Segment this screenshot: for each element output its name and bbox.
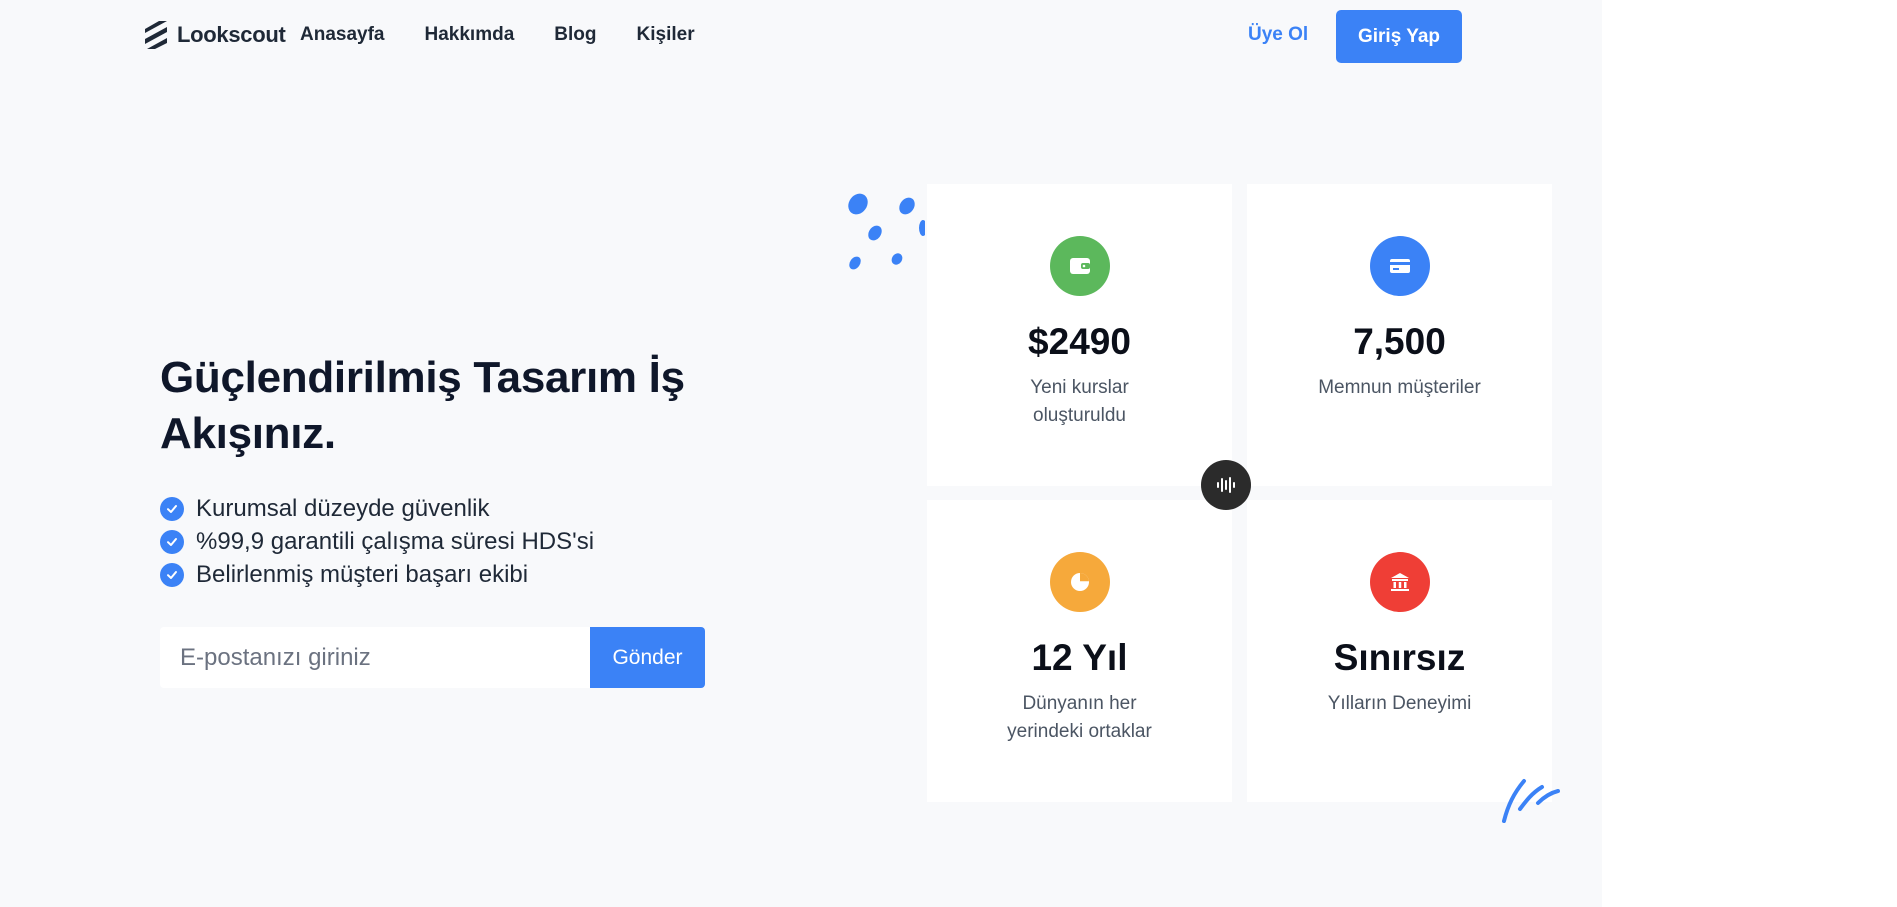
feature-text: Belirlenmiş müşteri başarı ekibi [196,560,529,588]
hero-title: Güçlendirilmiş Tasarım İş Akışınız. [160,353,685,458]
email-input[interactable] [160,627,590,688]
check-circle-icon [160,496,184,521]
stat-card: $2490 Yeni kurslar oluşturuldu [927,184,1232,486]
feature-list: Kurumsal düzeyde güvenlik %99,9 garantil… [160,492,594,591]
stat-card: 12 Yıl Dünyanın her yerindeki ortaklar [927,500,1232,802]
credit-card-icon [1369,236,1430,296]
stat-label: Memnun müşteriler [1318,377,1481,398]
stat-label: Yeni kurslar oluşturuldu [1030,377,1129,426]
check-circle-icon [160,562,184,587]
nav-item-blog[interactable]: Blog [554,24,596,46]
stat-label: Yılların Deneyimi [1327,693,1472,714]
wallet-icon [1049,236,1110,296]
feature-item: %99,9 garantili çalışma süresi HDS'si [160,525,594,558]
brand-name: Lookscout [177,22,286,47]
feature-item: Belirlenmiş müşteri başarı ekibi [160,558,594,591]
send-button[interactable]: Gönder [590,627,705,688]
logo-stripes-icon [145,21,167,49]
decorative-dots [848,193,925,270]
stat-card: Sınırsız Yılların Deneyimi [1247,500,1552,802]
nav-item-contacts[interactable]: Kişiler [637,24,695,46]
subscribe-form: Gönder [160,627,705,688]
stat-value: $2490 [1028,321,1131,362]
stat-value: Sınırsız [1333,637,1466,678]
decorative-lines [1502,779,1560,823]
nav-item-about[interactable]: Hakkımda [425,24,515,46]
feature-item: Kurumsal düzeyde güvenlik [160,492,594,525]
stat-value: 12 Yıl [1031,637,1128,678]
stat-value: 7,500 [1353,321,1446,362]
brand-logo[interactable]: Lookscout [143,20,286,50]
feature-text: Kurumsal düzeyde güvenlik [196,494,490,522]
stat-label: Dünyanın her yerindeki ortaklar [1007,693,1152,742]
audio-wave-icon [1217,477,1235,493]
login-button[interactable]: Giriş Yap [1336,10,1462,63]
audio-wave-badge[interactable] [1201,460,1251,510]
stat-card: 7,500 Memnun müşteriler [1247,184,1552,486]
bank-icon [1369,552,1430,612]
feature-text: %99,9 garantili çalışma süresi HDS'si [196,527,595,555]
main-nav: Anasayfa Hakkımda Blog Kişiler [300,24,735,46]
signup-link[interactable]: Üye Ol [1248,24,1308,46]
top-navbar: Lookscout Anasayfa Hakkımda Blog Kişiler… [0,0,1602,72]
pie-chart-icon [1049,552,1110,612]
nav-item-home[interactable]: Anasayfa [300,24,385,46]
check-circle-icon [160,529,184,554]
